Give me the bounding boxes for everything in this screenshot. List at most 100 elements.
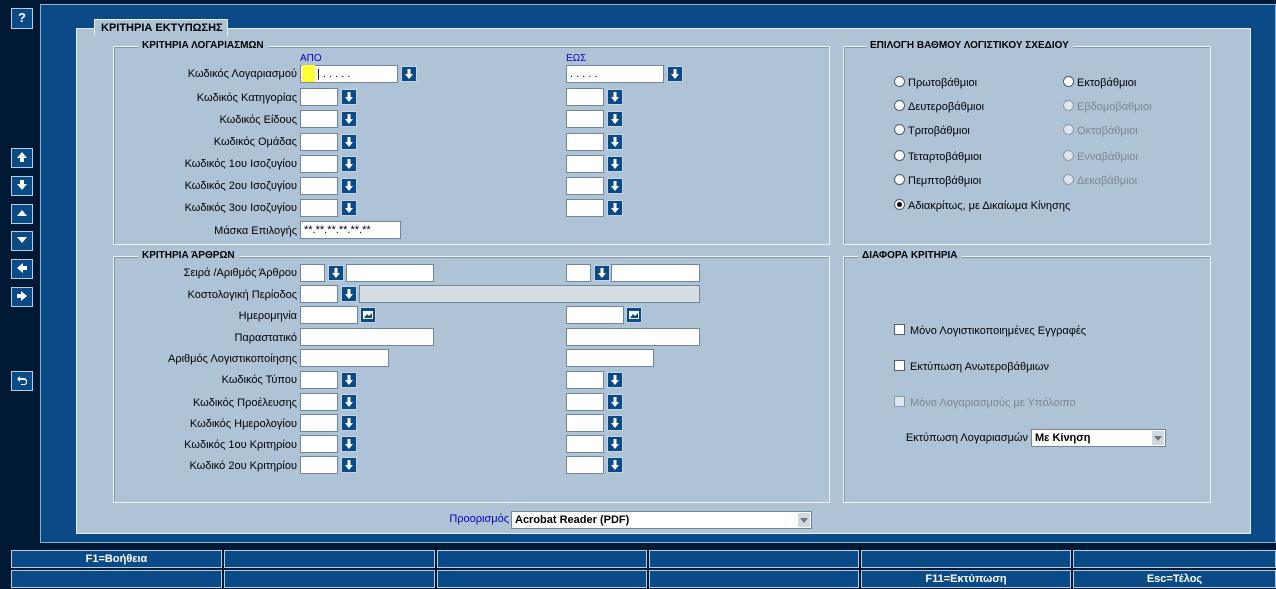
arrow-right-button[interactable] <box>11 287 33 307</box>
date-to-input[interactable] <box>566 306 624 324</box>
document-to-input[interactable] <box>566 328 700 346</box>
tb3-code-to-input[interactable] <box>566 199 604 217</box>
destination-select[interactable]: Acrobat Reader (PDF) <box>511 511 812 529</box>
last-record-button[interactable] <box>11 231 33 251</box>
date-to-calendar-icon[interactable] <box>626 307 642 323</box>
fkey-r1-1[interactable]: F1=Βοήθεια <box>11 550 222 568</box>
level-radio-2[interactable]: Δευτεροβάθμιοι <box>894 100 984 113</box>
category-code-from-lov-icon[interactable] <box>341 89 357 105</box>
tb2-code-from-input[interactable] <box>300 177 338 195</box>
level-radio-6[interactable]: Εκτοβάθμιοι <box>1063 76 1136 89</box>
type-code-entry-from-input[interactable] <box>300 371 338 389</box>
tb1-code-from-input[interactable] <box>300 155 338 173</box>
fkey-r2-3[interactable] <box>437 570 647 588</box>
tb1-code-to-lov-icon[interactable] <box>607 156 623 172</box>
journal-code-from-input[interactable] <box>300 414 338 432</box>
tb2-code-from-lov-icon[interactable] <box>341 178 357 194</box>
type-code-from-lov-icon[interactable] <box>341 111 357 127</box>
type-code-entry-from-lov-icon[interactable] <box>341 372 357 388</box>
tb2-code-to-input[interactable] <box>566 177 604 195</box>
type-code-entry-to-input[interactable] <box>566 371 604 389</box>
first-record-button[interactable] <box>11 204 33 224</box>
origin-code-to-lov-icon[interactable] <box>607 394 623 410</box>
fkey-exit[interactable]: Esc=Τέλος <box>1073 570 1276 588</box>
article-no-to-input[interactable] <box>611 264 700 282</box>
group-code-from-lov-icon[interactable] <box>341 134 357 150</box>
crit2-code-from-lov-icon[interactable] <box>341 457 357 473</box>
tb3-code-to-lov-icon[interactable] <box>607 200 623 216</box>
fkey-print[interactable]: F11=Εκτύπωση <box>861 570 1071 588</box>
category-code-from-input[interactable] <box>300 88 338 106</box>
series-to-lov-icon[interactable] <box>594 265 610 281</box>
print-accounts-select[interactable]: Με Κίνηση <box>1031 429 1166 447</box>
origin-code-from-input[interactable] <box>300 393 338 411</box>
level-radio-all[interactable]: Αδιακρίτως, με Δικαίωμα Κίνησης <box>894 199 1070 212</box>
date-from-input[interactable] <box>300 306 358 324</box>
return-button[interactable] <box>11 371 33 391</box>
fkey-r1-6[interactable] <box>1073 550 1276 568</box>
arrow-down-button[interactable] <box>11 176 33 196</box>
fkey-r2-2[interactable] <box>224 570 435 588</box>
account-code-to-lov-icon[interactable] <box>667 66 683 82</box>
chevron-down-icon[interactable] <box>798 513 810 527</box>
series-to-input[interactable] <box>566 264 591 282</box>
journal-code-from-lov-icon[interactable] <box>341 415 357 431</box>
fkey-r1-4[interactable] <box>649 550 859 568</box>
posting-no-to-input[interactable] <box>566 349 654 367</box>
journal-code-to-input[interactable] <box>566 414 604 432</box>
type-code-entry-to-lov-icon[interactable] <box>607 372 623 388</box>
print-higher-checkbox[interactable]: Εκτύπωση Ανωτεροβάθμιων <box>894 360 1049 373</box>
arrow-left-button[interactable] <box>11 259 33 279</box>
tb2-code-to-lov-icon[interactable] <box>607 178 623 194</box>
account-code-to-input[interactable]: . . . . . <box>566 65 664 83</box>
fkey-r2-1[interactable] <box>11 570 222 588</box>
crit2-code-label: Κωδικό 2ου Κριτηρίου <box>189 460 297 472</box>
article-no-from-input[interactable] <box>346 264 434 282</box>
fkey-r1-2[interactable] <box>224 550 435 568</box>
level-radio-1[interactable]: Πρωτοβάθμιοι <box>894 76 977 89</box>
series-from-input[interactable] <box>300 264 325 282</box>
origin-code-to-input[interactable] <box>566 393 604 411</box>
cost-period-lov-icon[interactable] <box>341 286 357 302</box>
type-code-from-input[interactable] <box>300 110 338 128</box>
crit1-code-to-input[interactable] <box>566 435 604 453</box>
tb3-code-from-lov-icon[interactable] <box>341 200 357 216</box>
level-radio-3[interactable]: Τριτοβάθμιοι <box>894 124 970 137</box>
tb3-code-from-input[interactable] <box>300 199 338 217</box>
category-code-to-input[interactable] <box>566 88 604 106</box>
tb1-code-from-lov-icon[interactable] <box>341 156 357 172</box>
date-from-calendar-icon[interactable] <box>360 307 376 323</box>
type-code-to-input[interactable] <box>566 110 604 128</box>
fkey-r1-5[interactable] <box>861 550 1071 568</box>
series-from-lov-icon[interactable] <box>328 265 344 281</box>
posting-no-from-input[interactable] <box>300 349 389 367</box>
cost-period-input[interactable] <box>300 285 338 303</box>
crit1-code-from-lov-icon[interactable] <box>341 436 357 452</box>
tb1-code-to-input[interactable] <box>566 155 604 173</box>
arrow-up-button[interactable] <box>11 148 33 168</box>
crit2-code-to-input[interactable] <box>566 456 604 474</box>
level-radio-4[interactable]: Τεταρτοβάθμιοι <box>894 150 982 163</box>
journal-code-to-lov-icon[interactable] <box>607 415 623 431</box>
crit2-code-from-input[interactable] <box>300 456 338 474</box>
group-code-to-lov-icon[interactable] <box>607 134 623 150</box>
level-radio-5[interactable]: Πεμπτοβάθμιοι <box>894 174 981 187</box>
origin-code-from-lov-icon[interactable] <box>341 394 357 410</box>
crit1-code-to-lov-icon[interactable] <box>607 436 623 452</box>
group-code-to-input[interactable] <box>566 133 604 151</box>
tab-print-criteria[interactable]: ΚΡΙΤΗΡΙΑ ΕΚΤΥΠΩΣΗΣ <box>94 19 228 36</box>
group-code-from-input[interactable] <box>300 133 338 151</box>
mask-input[interactable]: **.**.**.**.**.** <box>300 221 401 239</box>
category-code-to-lov-icon[interactable] <box>607 89 623 105</box>
help-label: ? <box>18 10 26 25</box>
fkey-r2-4[interactable] <box>649 570 859 588</box>
help-button[interactable]: ? <box>11 8 33 29</box>
account-code-from-lov-icon[interactable] <box>401 66 417 82</box>
crit1-code-from-input[interactable] <box>300 435 338 453</box>
crit2-code-to-lov-icon[interactable] <box>607 457 623 473</box>
type-code-to-lov-icon[interactable] <box>607 111 623 127</box>
chevron-down-icon[interactable] <box>1152 431 1164 445</box>
fkey-r1-3[interactable] <box>437 550 647 568</box>
document-from-input[interactable] <box>300 328 434 346</box>
only-posted-checkbox[interactable]: Μόνο Λογιστικοποιημένες Εγγραφές <box>894 324 1086 337</box>
